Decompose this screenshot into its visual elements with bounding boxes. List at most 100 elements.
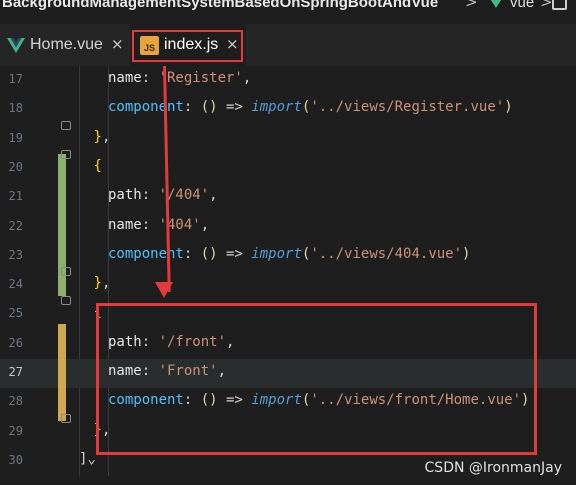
code-text: component: () => import('../views/Regist… — [108, 99, 513, 115]
code-token: } — [93, 275, 102, 292]
code-token: ) — [504, 99, 513, 116]
code-line[interactable]: 27 name: 'Front', — [0, 359, 576, 388]
code-token: => — [217, 99, 252, 116]
code-token: '404' — [158, 216, 201, 233]
code-token: : — [183, 245, 201, 262]
code-line[interactable]: 19}, — [0, 125, 576, 154]
code-text: component: () => import('../views/front/… — [108, 392, 529, 408]
code-token: { — [93, 304, 102, 321]
code-token: : — [141, 363, 159, 379]
code-token: () — [200, 245, 218, 262]
line-number: 26 — [8, 335, 23, 350]
code-line[interactable]: 23 component: () => import('../views/404.… — [0, 242, 576, 271]
chevron-right-icon: > — [540, 0, 553, 11]
code-token: path — [108, 333, 142, 350]
fold-icon[interactable] — [61, 120, 71, 130]
tab-home-vue[interactable]: Home.vue × — [0, 24, 130, 66]
code-text: }, — [94, 422, 111, 438]
code-token: , — [200, 216, 210, 233]
line-number: 24 — [8, 277, 23, 292]
code-text: }, — [94, 275, 111, 291]
line-number: 28 — [8, 394, 23, 409]
fold-icon[interactable] — [61, 149, 71, 159]
vue-folder-icon — [489, 0, 503, 8]
code-line[interactable]: 17 name: 'Register', — [0, 66, 576, 95]
code-line[interactable]: 29}, — [0, 418, 576, 447]
code-token: name — [108, 363, 142, 379]
line-number: 20 — [8, 159, 23, 174]
code-text: path: '/404', — [108, 187, 218, 203]
code-token: 'Front' — [158, 363, 218, 379]
tab-bar: Home.vue × JS index.js × — [0, 24, 576, 67]
code-line[interactable]: 24}, — [0, 271, 576, 300]
code-text: name: 'Front', — [108, 363, 226, 379]
code-token: import — [251, 99, 302, 116]
code-token: : — [141, 333, 159, 350]
line-number: 19 — [8, 130, 23, 145]
code-text: ]⌄ — [79, 451, 96, 467]
code-text: { — [94, 158, 102, 174]
code-token: : — [141, 216, 159, 233]
line-number: 30 — [8, 452, 23, 467]
line-number: 17 — [8, 72, 23, 86]
code-line[interactable]: 20 { — [0, 154, 576, 183]
code-line[interactable]: 28 component: () => import('../views/fron… — [0, 388, 576, 417]
code-token: ⌄ — [87, 450, 96, 467]
code-token: , — [226, 333, 235, 350]
code-token: , — [209, 187, 218, 204]
line-number: 22 — [8, 218, 23, 233]
code-token: , — [217, 363, 227, 379]
code-token: component — [108, 392, 184, 409]
breadcrumb-project[interactable]: BackgroundManagementSystemBasedOnSpringB… — [2, 0, 438, 11]
breadcrumb-folder[interactable]: vue — [510, 0, 534, 11]
fold-icon[interactable] — [61, 267, 71, 277]
code-token: name — [108, 216, 142, 233]
code-token: : — [141, 70, 159, 86]
code-text: }, — [94, 129, 111, 145]
code-text: { — [94, 304, 102, 320]
code-text: path: '/front', — [108, 334, 234, 350]
code-token: path — [108, 187, 142, 204]
line-number: 29 — [8, 423, 23, 438]
vue-icon — [7, 38, 25, 53]
code-token: => — [217, 245, 252, 262]
code-token: '../views/404.vue' — [310, 245, 463, 262]
code-line[interactable]: 18 component: () => import('../views/Regi… — [0, 95, 576, 124]
arrow-down-icon — [155, 282, 173, 298]
line-number: 27 — [8, 365, 23, 379]
code-line[interactable]: 22 name: '404', — [0, 213, 576, 242]
tab-index-js[interactable]: JS index.js × — [130, 24, 246, 66]
code-token: () — [200, 392, 218, 409]
watermark: CSDN @IronmanJay — [424, 460, 562, 476]
code-token: component — [108, 99, 184, 116]
code-token: , — [242, 70, 252, 86]
fold-icon[interactable] — [61, 413, 71, 423]
close-icon[interactable]: × — [226, 35, 239, 53]
close-icon[interactable]: × — [111, 35, 124, 53]
code-token: import — [251, 392, 302, 409]
code-token: : — [141, 187, 159, 204]
folder-icon — [552, 0, 567, 10]
code-line[interactable]: 25 { — [0, 300, 576, 329]
code-text: name: '404', — [108, 217, 209, 233]
code-text: name: 'Register', — [108, 70, 251, 86]
code-editor[interactable]: 17 name: 'Register', 18 component: () => im… — [0, 66, 576, 485]
line-number: 18 — [8, 101, 23, 116]
code-line[interactable]: 26 path: '/front', — [0, 330, 576, 359]
code-token: '../views/Register.vue' — [310, 99, 505, 116]
line-number: 25 — [8, 306, 23, 321]
code-token: component — [108, 245, 184, 262]
code-token: ) — [521, 392, 530, 409]
git-modified-indicator[interactable] — [58, 323, 66, 421]
js-file-icon: JS — [140, 36, 159, 55]
code-token: '/front' — [158, 333, 227, 350]
code-line[interactable]: 21 path: '/404', — [0, 183, 576, 212]
code-token: import — [251, 245, 302, 262]
fold-icon[interactable] — [61, 296, 71, 306]
breadcrumb: BackgroundManagementSystemBasedOnSpringB… — [0, 0, 576, 24]
code-text: component: () => import('../views/404.vu… — [108, 246, 470, 262]
tab-label: Home.vue — [30, 36, 103, 53]
code-token: : — [183, 392, 201, 409]
code-token: ) — [462, 245, 471, 262]
chevron-right-icon: > — [465, 0, 478, 11]
